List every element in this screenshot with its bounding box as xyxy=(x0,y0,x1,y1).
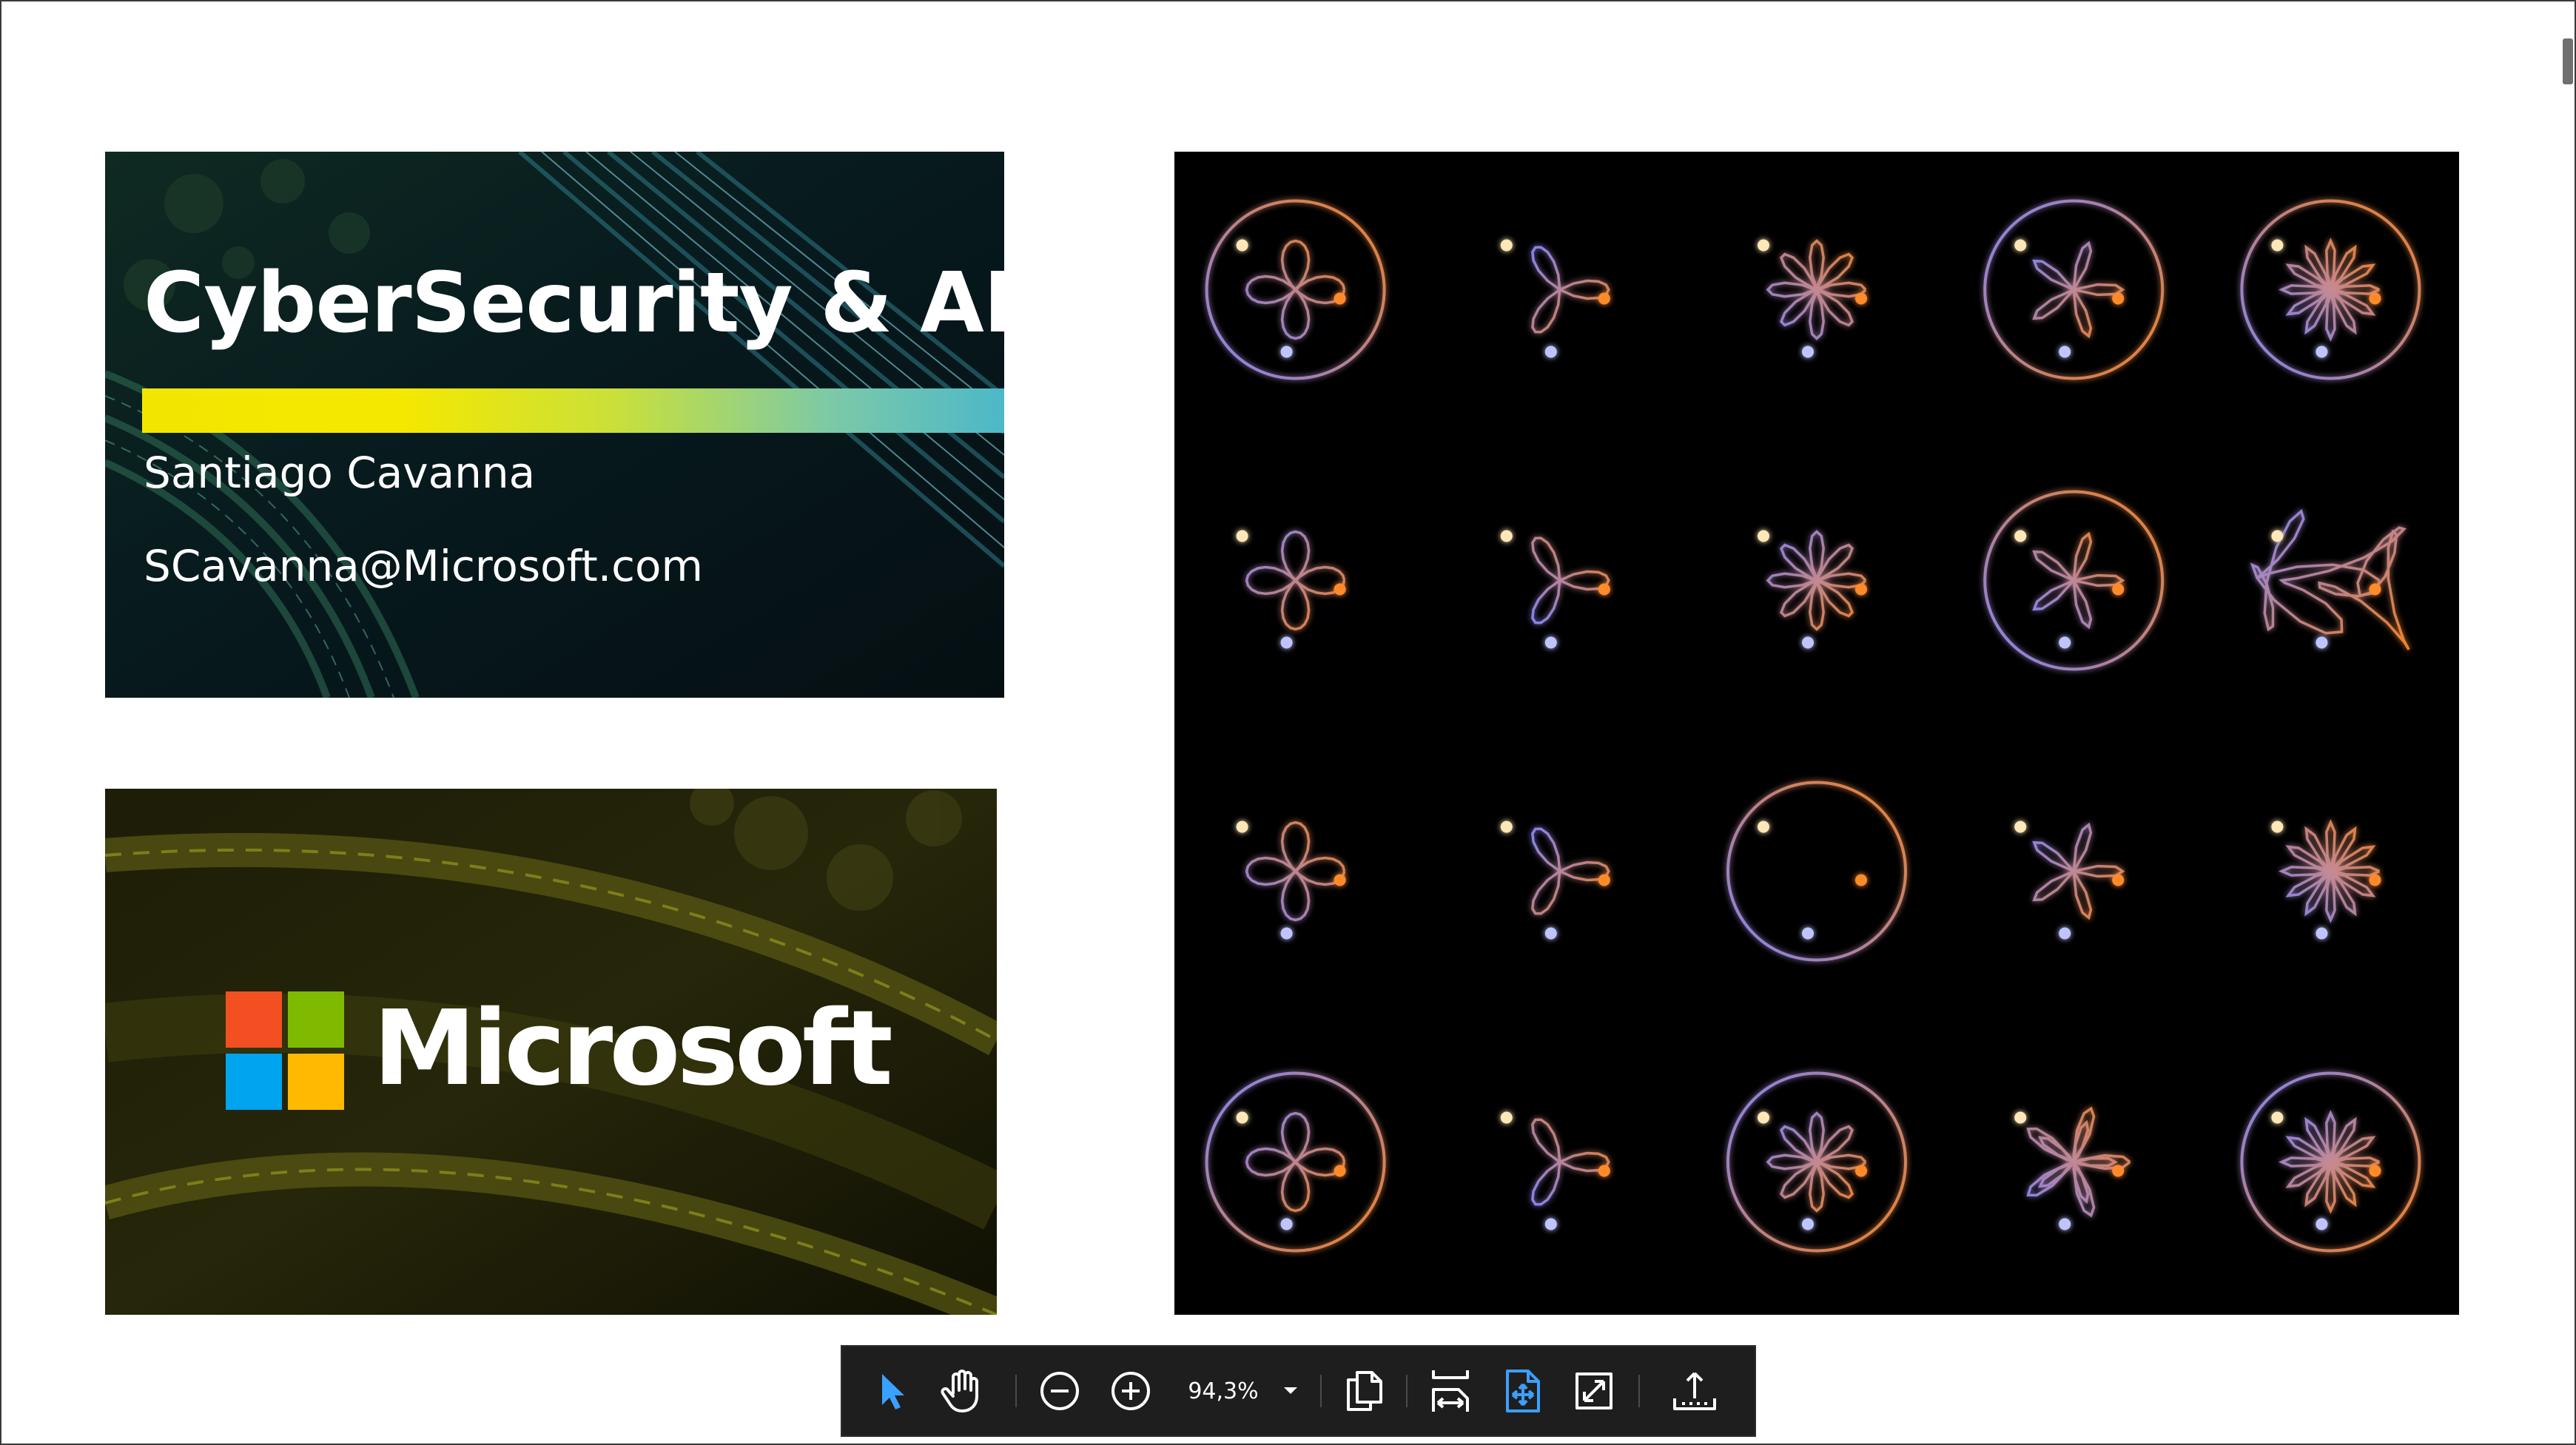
viewer-window: CyberSecurity & AI Santiago Cavanna SCav… xyxy=(0,0,2576,1445)
orbit-thumbnail xyxy=(1758,239,1867,358)
presenter-name: Santiago Cavanna xyxy=(144,448,536,498)
zoom-dropdown-icon[interactable] xyxy=(1276,1347,1305,1435)
share-upload-icon[interactable] xyxy=(1659,1347,1730,1435)
orbit-thumbnail xyxy=(1205,199,1386,380)
vertical-scrollbar[interactable] xyxy=(2563,38,2573,84)
orbit-thumbnail xyxy=(1983,490,2165,671)
microsoft-wordmark: Microsoft xyxy=(373,988,893,1109)
zoom-out-icon[interactable] xyxy=(1036,1347,1083,1435)
orbits-grid xyxy=(1205,199,2421,1253)
zoom-level-display[interactable]: 94,3% xyxy=(1175,1347,1271,1435)
microsoft-card: Microsoft xyxy=(105,789,997,1315)
orbit-thumbnail xyxy=(2240,1071,2421,1253)
toolbar-separator xyxy=(1406,1375,1408,1407)
three-body-orbits-image xyxy=(1174,152,2459,1315)
toolbar-separator xyxy=(1320,1375,1322,1407)
fit-width-icon[interactable] xyxy=(1427,1347,1474,1435)
copy-pages-icon[interactable] xyxy=(1342,1347,1387,1435)
orbit-thumbnail xyxy=(1983,199,2165,380)
orbit-thumbnail xyxy=(2014,1106,2131,1230)
orbit-thumbnail xyxy=(1205,1071,1386,1253)
orbit-thumbnail xyxy=(1726,781,1907,962)
microsoft-logo-icon xyxy=(226,991,346,1111)
slide-title: CyberSecurity & AI xyxy=(144,255,1004,351)
orbit-thumbnail xyxy=(1500,530,1610,649)
presenter-email: SCavanna@Microsoft.com xyxy=(144,541,704,591)
orbit-thumbnail xyxy=(1236,821,1346,940)
orbit-thumbnail xyxy=(2250,508,2410,650)
orbit-thumbnail xyxy=(1500,821,1610,940)
orbit-thumbnail xyxy=(1726,1071,1907,1253)
orbit-thumbnail xyxy=(2240,199,2421,380)
zoom-value: 94,3% xyxy=(1188,1378,1259,1404)
title-card: CyberSecurity & AI Santiago Cavanna SCav… xyxy=(105,152,1004,698)
zoom-in-icon[interactable] xyxy=(1107,1347,1154,1435)
orbit-thumbnail xyxy=(1500,239,1610,358)
orbit-thumbnail xyxy=(2014,821,2125,940)
orbit-thumbnail xyxy=(1236,530,1346,649)
viewer-toolbar: 94,3% xyxy=(841,1345,1756,1437)
toolbar-separator xyxy=(1015,1375,1017,1407)
pan-hand-icon[interactable] xyxy=(937,1347,989,1435)
orbit-thumbnail xyxy=(1758,530,1867,649)
fullscreen-icon[interactable] xyxy=(1570,1347,1618,1435)
accent-gradient-bar xyxy=(142,388,1004,433)
orbit-thumbnail xyxy=(2271,819,2381,940)
select-pointer-icon[interactable] xyxy=(870,1347,915,1435)
toolbar-separator xyxy=(1638,1375,1640,1407)
orbit-thumbnail xyxy=(1500,1111,1610,1230)
fit-page-icon[interactable] xyxy=(1499,1347,1547,1435)
